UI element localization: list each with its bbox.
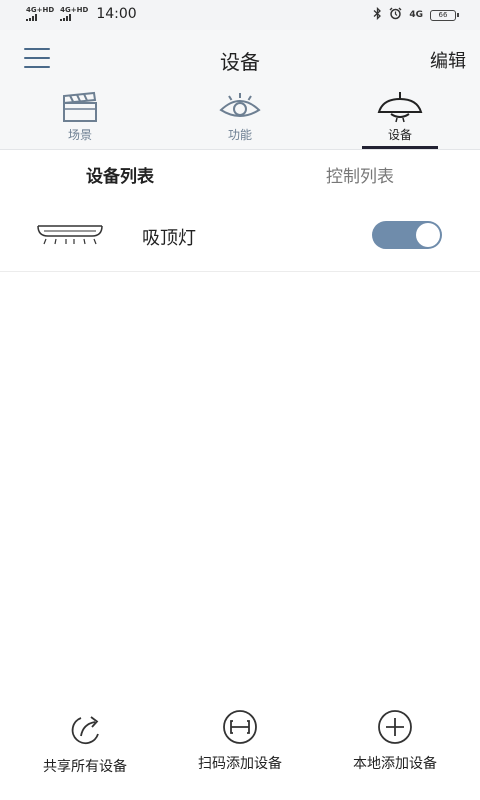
share-icon bbox=[71, 716, 99, 745]
device-power-toggle[interactable] bbox=[372, 221, 442, 249]
app-header: 设备 编辑 bbox=[0, 30, 480, 88]
signal-sim1-icon: 4G+HD bbox=[26, 7, 54, 21]
tab-devices-label: 设备 bbox=[387, 128, 412, 142]
tab-scenes-label: 场景 bbox=[67, 128, 92, 142]
device-list-item[interactable]: 吸顶灯 bbox=[0, 198, 480, 272]
clock: 14:00 bbox=[96, 6, 137, 22]
sub-tab-bar: 设备列表 控制列表 bbox=[0, 150, 480, 196]
signal-sim2-icon: 4G+HD bbox=[60, 7, 88, 21]
device-name: 吸顶灯 bbox=[142, 228, 196, 249]
share-all-devices-button[interactable]: 共享所有设备 bbox=[5, 708, 165, 776]
eye-icon bbox=[219, 93, 261, 117]
sim2-network-label: 4G+HD bbox=[60, 6, 89, 14]
tab-functions[interactable]: 功能 bbox=[160, 88, 320, 150]
menu-icon[interactable] bbox=[24, 48, 50, 70]
scan-add-device-button[interactable]: 扫码添加设备 bbox=[160, 705, 320, 773]
tab-devices[interactable]: 设备 bbox=[320, 88, 480, 150]
main-tab-bar: 场景 功能 设备 bbox=[0, 88, 480, 150]
subtab-control-list[interactable]: 控制列表 bbox=[240, 162, 480, 187]
bluetooth-icon bbox=[373, 6, 382, 23]
network-type-label: 4G bbox=[409, 10, 423, 20]
toggle-knob bbox=[416, 223, 440, 247]
tab-scenes[interactable]: 场景 bbox=[0, 88, 160, 150]
ceiling-light-icon bbox=[37, 225, 103, 245]
share-all-devices-label: 共享所有设备 bbox=[43, 759, 127, 775]
bottom-action-bar: 共享所有设备 扫码添加设备 本地添加设备 bbox=[0, 705, 480, 785]
subtab-device-list[interactable]: 设备列表 bbox=[0, 162, 240, 187]
clapperboard-icon bbox=[63, 91, 97, 122]
sim1-network-label: 4G+HD bbox=[26, 6, 55, 14]
add-circle-icon bbox=[378, 710, 412, 744]
status-bar: 4G+HD 4G+HD 14:00 4G 66 bbox=[0, 0, 480, 30]
battery-level: 66 bbox=[438, 10, 448, 19]
alarm-icon bbox=[389, 7, 402, 23]
pendant-lamp-icon bbox=[377, 92, 423, 123]
tab-functions-label: 功能 bbox=[227, 128, 252, 142]
battery-icon: 66 bbox=[430, 9, 459, 21]
scan-add-device-label: 扫码添加设备 bbox=[198, 756, 282, 772]
local-add-device-label: 本地添加设备 bbox=[353, 756, 437, 772]
page-title: 设备 bbox=[220, 50, 260, 74]
local-add-device-button[interactable]: 本地添加设备 bbox=[315, 705, 475, 773]
edit-button[interactable]: 编辑 bbox=[430, 47, 466, 73]
scan-icon bbox=[223, 710, 257, 744]
active-tab-indicator bbox=[362, 146, 438, 149]
